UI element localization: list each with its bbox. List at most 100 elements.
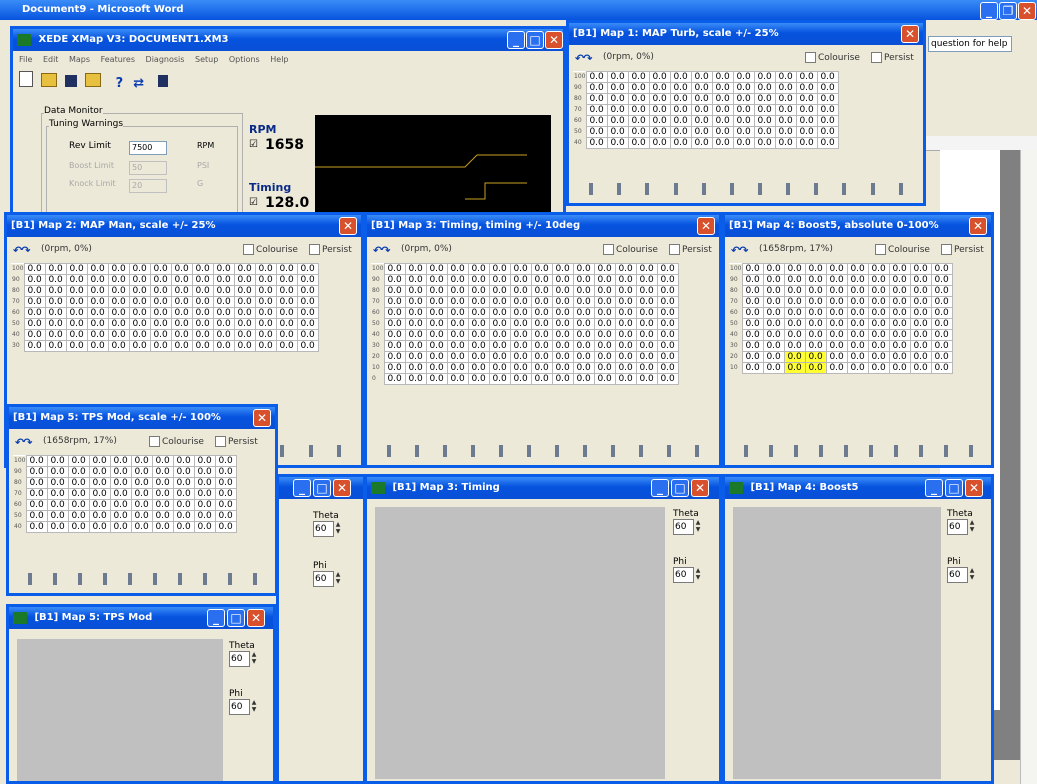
grid-cell[interactable]: 0.0 bbox=[131, 455, 154, 467]
grid-cell[interactable]: 0.0 bbox=[607, 115, 630, 127]
grid-cell[interactable]: 0.0 bbox=[173, 510, 196, 522]
grid-cell[interactable]: 0.0 bbox=[87, 318, 110, 330]
grid-cell[interactable]: 0.0 bbox=[531, 340, 554, 352]
grid-cell[interactable]: 0.0 bbox=[24, 318, 47, 330]
menu-diagnosis[interactable]: Diagnosis bbox=[146, 55, 185, 64]
grid-cell[interactable]: 0.0 bbox=[26, 477, 49, 489]
grid-cell[interactable]: 0.0 bbox=[754, 82, 777, 94]
grid-cell[interactable]: 0.0 bbox=[131, 488, 154, 500]
grid-cell[interactable]: 0.0 bbox=[131, 521, 154, 533]
grid-cell[interactable]: 0.0 bbox=[510, 274, 533, 286]
grid-cell[interactable]: 0.0 bbox=[510, 263, 533, 275]
map5-colourise-checkbox[interactable]: Colourise bbox=[149, 436, 204, 447]
grid-cell[interactable]: 0.0 bbox=[255, 307, 278, 319]
grid-cell[interactable]: 0.0 bbox=[657, 362, 680, 374]
grid-cell[interactable]: 0.0 bbox=[594, 318, 617, 330]
grid-cell[interactable]: 0.0 bbox=[817, 115, 840, 127]
grid-cell[interactable]: 0.0 bbox=[586, 137, 609, 149]
grid-cell[interactable]: 0.0 bbox=[47, 521, 70, 533]
grid-cell[interactable]: 0.0 bbox=[510, 351, 533, 363]
grid-cell[interactable]: 0.0 bbox=[868, 362, 891, 374]
view4-phi-field[interactable]: 60 bbox=[947, 567, 968, 583]
column-slider[interactable] bbox=[127, 573, 132, 585]
grid-cell[interactable]: 0.0 bbox=[384, 351, 407, 363]
grid-cell[interactable]: 0.0 bbox=[66, 340, 89, 352]
grid-cell[interactable]: 0.0 bbox=[26, 510, 49, 522]
grid-cell[interactable]: 0.0 bbox=[87, 296, 110, 308]
grid-cell[interactable]: 0.0 bbox=[108, 340, 131, 352]
grid-cell[interactable]: 0.0 bbox=[826, 285, 849, 297]
grid-cell[interactable]: 0.0 bbox=[47, 455, 70, 467]
grid-cell[interactable]: 0.0 bbox=[889, 340, 912, 352]
grid-cell[interactable]: 0.0 bbox=[150, 263, 173, 275]
column-slider[interactable] bbox=[786, 183, 791, 195]
column-slider[interactable] bbox=[842, 183, 847, 195]
grid-cell[interactable]: 0.0 bbox=[89, 510, 112, 522]
grid-cell[interactable]: 0.0 bbox=[194, 466, 217, 478]
grid-cell[interactable]: 0.0 bbox=[447, 373, 470, 385]
grid-cell[interactable]: 0.0 bbox=[234, 296, 257, 308]
grid-cell[interactable]: 0.0 bbox=[805, 307, 828, 319]
grid-cell[interactable]: 0.0 bbox=[531, 373, 554, 385]
column-slider[interactable] bbox=[814, 183, 819, 195]
grid-cell[interactable]: 0.0 bbox=[552, 263, 575, 275]
grid-cell[interactable]: 0.0 bbox=[213, 329, 236, 341]
grid-cell[interactable]: 0.0 bbox=[489, 373, 512, 385]
grid-cell[interactable]: 0.0 bbox=[826, 318, 849, 330]
grid-cell[interactable]: 0.0 bbox=[405, 296, 428, 308]
grid-cell[interactable]: 0.0 bbox=[173, 499, 196, 511]
grid-cell[interactable]: 0.0 bbox=[192, 263, 215, 275]
grid-cell[interactable]: 0.0 bbox=[763, 351, 786, 363]
column-slider[interactable] bbox=[743, 445, 748, 457]
grid-cell[interactable]: 0.0 bbox=[754, 93, 777, 105]
view5-close-button[interactable]: ✕ bbox=[247, 609, 265, 627]
grid-cell[interactable]: 0.0 bbox=[649, 126, 672, 138]
grid-cell[interactable]: 0.0 bbox=[868, 296, 891, 308]
grid-cell[interactable]: 0.0 bbox=[910, 362, 933, 374]
grid-cell[interactable]: 0.0 bbox=[129, 318, 152, 330]
column-slider[interactable] bbox=[387, 445, 391, 457]
grid-cell[interactable]: 0.0 bbox=[931, 340, 954, 352]
grid-cell[interactable]: 0.0 bbox=[657, 296, 680, 308]
grid-cell[interactable]: 0.0 bbox=[66, 263, 89, 275]
grid-cell[interactable]: 0.0 bbox=[847, 362, 870, 374]
grid-cell[interactable]: 0.0 bbox=[763, 362, 786, 374]
grid-cell[interactable]: 0.0 bbox=[657, 318, 680, 330]
xede-close-button[interactable]: ✕ bbox=[545, 31, 563, 49]
spinner-arrows-icon[interactable]: ▲ ▼ bbox=[694, 519, 702, 533]
grid-cell[interactable]: 0.0 bbox=[586, 104, 609, 116]
grid-cell[interactable]: 0.0 bbox=[24, 263, 47, 275]
grid-cell[interactable]: 0.0 bbox=[468, 351, 491, 363]
grid-cell[interactable]: 0.0 bbox=[24, 307, 47, 319]
grid-cell[interactable]: 0.0 bbox=[447, 329, 470, 341]
grid-cell[interactable]: 0.0 bbox=[26, 455, 49, 467]
grid-cell[interactable]: 0.0 bbox=[89, 499, 112, 511]
grid-cell[interactable]: 0.0 bbox=[691, 137, 714, 149]
grid-cell[interactable]: 0.0 bbox=[868, 318, 891, 330]
column-slider[interactable] bbox=[695, 445, 699, 457]
grid-cell[interactable]: 0.0 bbox=[87, 285, 110, 297]
grid-cell[interactable]: 0.0 bbox=[108, 307, 131, 319]
grid-cell[interactable]: 0.0 bbox=[215, 477, 238, 489]
grid-cell[interactable]: 0.0 bbox=[607, 82, 630, 94]
map5-persist-checkbox[interactable]: Persist bbox=[215, 436, 258, 447]
grid-cell[interactable]: 0.0 bbox=[129, 274, 152, 286]
grid-cell[interactable]: 0.0 bbox=[510, 362, 533, 374]
column-slider[interactable] bbox=[443, 445, 447, 457]
grid-cell[interactable]: 0.0 bbox=[405, 329, 428, 341]
grid-cell[interactable]: 0.0 bbox=[276, 285, 299, 297]
grid-cell[interactable]: 0.0 bbox=[110, 466, 133, 478]
rev-limit-field[interactable]: 7500 bbox=[129, 141, 167, 155]
grid-cell[interactable]: 0.0 bbox=[552, 307, 575, 319]
grid-cell[interactable]: 0.0 bbox=[129, 329, 152, 341]
help-icon[interactable]: ? bbox=[116, 76, 124, 91]
grid-cell[interactable]: 0.0 bbox=[691, 115, 714, 127]
view2-close-button[interactable]: ✕ bbox=[333, 479, 351, 497]
column-slider[interactable] bbox=[667, 445, 671, 457]
grid-cell[interactable]: 0.0 bbox=[889, 296, 912, 308]
map5-close-button[interactable]: ✕ bbox=[253, 409, 271, 427]
grid-cell[interactable]: 0.0 bbox=[129, 285, 152, 297]
grid-cell[interactable]: 0.0 bbox=[510, 318, 533, 330]
map1-persist-checkbox[interactable]: Persist bbox=[871, 52, 914, 63]
column-slider[interactable] bbox=[898, 183, 903, 195]
